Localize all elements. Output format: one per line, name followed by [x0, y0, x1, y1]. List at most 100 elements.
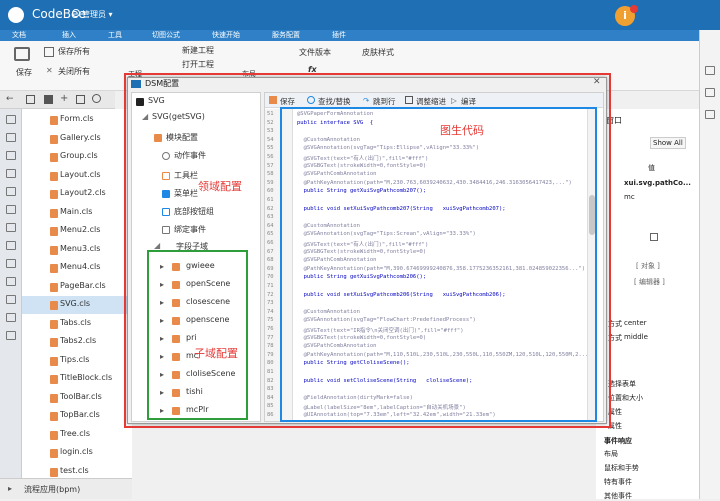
subdomain-config-label: 子域配置 — [194, 347, 238, 360]
side-icon-10[interactable] — [6, 277, 16, 286]
side-icon-3[interactable] — [6, 151, 16, 160]
prop-group-layout[interactable]: 布局 — [604, 449, 618, 459]
file-list-item[interactable]: Main.cls — [22, 204, 132, 222]
properties-panel: 窗口 Show All 值 xui.svg.pathCo... mc [ 对象 … — [596, 109, 699, 501]
show-all-button[interactable]: Show All — [650, 137, 686, 149]
folder-icon[interactable] — [44, 95, 53, 104]
file-list-item[interactable]: Tabs.cls — [22, 315, 132, 333]
menu-item[interactable]: 工具 — [108, 30, 122, 41]
file-name: Menu3.cls — [60, 243, 101, 253]
new-project-button[interactable]: 新建工程 — [182, 45, 214, 56]
menu-item[interactable]: 服务配置 — [272, 30, 300, 41]
cls-file-icon — [50, 245, 58, 255]
right-icon-2[interactable] — [705, 88, 715, 97]
cls-file-icon — [50, 227, 58, 236]
cls-file-icon — [50, 412, 58, 421]
value-1: xui.svg.pathCo... — [624, 179, 691, 187]
prop-group-other[interactable]: 其他事件 — [604, 491, 632, 501]
file-list-item[interactable]: PageBar.cls — [22, 278, 132, 296]
file-list-item[interactable]: Menu2.cls — [22, 222, 132, 240]
side-icon-12[interactable] — [6, 313, 16, 322]
file-list: Form.cls Gallery.cls Group.cls Layout.cls La… — [22, 109, 132, 489]
file-name: login.cls — [60, 447, 93, 456]
bottom-tab[interactable]: 流程应用(bpm) ▸ — [0, 478, 132, 499]
notification-badge — [630, 5, 638, 13]
file-list-item[interactable]: SVG.cls — [22, 296, 132, 314]
side-icon-9[interactable] — [6, 259, 16, 268]
prop-row-val-2: middle — [624, 333, 648, 341]
cls-file-icon — [50, 319, 58, 329]
side-icon-5[interactable] — [6, 187, 16, 196]
file-list-item[interactable]: Tabs2.cls — [22, 333, 132, 351]
menu-item[interactable]: 快速开始 — [212, 30, 240, 41]
skin-style-button[interactable]: 皮肤样式 — [362, 47, 394, 58]
cls-file-icon — [50, 134, 58, 144]
file-list-item[interactable]: login.cls — [22, 444, 132, 462]
user-icon — [72, 9, 80, 17]
prop-group-special[interactable]: 特有事件 — [604, 477, 632, 487]
cls-file-icon — [50, 356, 58, 366]
file-list-item[interactable]: ToolBar.cls — [22, 389, 132, 407]
save-all-icon[interactable] — [44, 47, 54, 57]
save-all-button[interactable]: 保存所有 — [58, 46, 90, 57]
file-name: Tabs2.cls — [60, 336, 97, 345]
doc-version-button[interactable]: 文件版本 — [299, 47, 331, 58]
file-list-item[interactable]: Tips.cls — [22, 352, 132, 370]
file-name: Menu4.cls — [60, 262, 101, 271]
side-icon-1[interactable] — [6, 115, 16, 124]
save-button[interactable]: 保存 — [16, 67, 32, 78]
cls-file-icon — [50, 430, 58, 440]
add-icon[interactable]: + — [60, 93, 68, 104]
user-menu[interactable]: 管理员 ▾ — [82, 9, 113, 20]
file-list-item[interactable]: Form.cls — [22, 111, 132, 129]
side-icon-11[interactable] — [6, 295, 16, 304]
prop-group-mouse[interactable]: 鼠标和手势 — [604, 463, 639, 473]
side-icon-6[interactable] — [6, 205, 16, 214]
file-list-item[interactable]: Menu3.cls — [22, 241, 132, 259]
menu-item[interactable]: 插件 — [332, 30, 346, 41]
close-all-button[interactable]: 关闭所有 — [58, 66, 90, 77]
side-icon-13[interactable] — [6, 331, 16, 340]
file-list-item[interactable]: Group.cls — [22, 148, 132, 166]
new-file-icon[interactable] — [26, 95, 35, 104]
file-list-item[interactable]: TitleBlock.cls — [22, 370, 132, 388]
close-icon[interactable]: ✕ — [46, 66, 53, 75]
menu-item[interactable]: 切图公式 — [152, 30, 180, 41]
open-project-button[interactable]: 打开工程 — [182, 59, 214, 70]
side-icon-4[interactable] — [6, 169, 16, 178]
menu-item[interactable]: 文档 — [12, 30, 26, 41]
object-button[interactable]: [ 对象 ] — [636, 261, 660, 271]
file-list-item[interactable]: Layout2.cls — [22, 185, 132, 203]
right-icon-strip — [699, 30, 720, 499]
expand-icon[interactable]: ▸ — [8, 484, 12, 493]
file-list-item[interactable]: Menu4.cls — [22, 259, 132, 277]
menu-item[interactable]: 插入 — [62, 30, 76, 41]
file-name: PageBar.cls — [60, 280, 106, 290]
file-name: Tabs.cls — [60, 317, 92, 327]
side-icon-8[interactable] — [6, 241, 16, 250]
file-list-item[interactable]: Layout.cls — [22, 167, 132, 185]
cls-file-icon — [50, 116, 58, 125]
file-list-item[interactable]: Tree.cls — [22, 426, 132, 444]
code-highlight-box — [280, 107, 597, 422]
cls-file-icon — [50, 171, 58, 181]
save-icon[interactable] — [14, 47, 30, 61]
side-icon-7[interactable] — [6, 223, 16, 232]
right-icon-3[interactable] — [705, 110, 715, 119]
file-name: TopBar.cls — [60, 410, 100, 419]
back-arrow-icon[interactable]: ← — [6, 94, 14, 104]
cls-file-icon — [50, 153, 58, 162]
image-icon[interactable] — [92, 94, 101, 103]
side-icon-2[interactable] — [6, 133, 16, 142]
cls-file-icon — [50, 393, 58, 403]
editor-button[interactable]: [ 编辑器 ] — [634, 277, 665, 287]
checkbox[interactable] — [650, 233, 658, 241]
cls-file-icon — [50, 208, 58, 218]
file-list-item[interactable]: TopBar.cls — [22, 407, 132, 425]
right-icon-1[interactable] — [705, 66, 715, 75]
events-header: 事件响应 — [604, 437, 632, 445]
cls-file-icon — [50, 467, 58, 477]
add-folder-icon[interactable] — [76, 95, 85, 104]
file-list-item[interactable]: Gallery.cls — [22, 130, 132, 148]
cls-file-icon — [50, 264, 58, 273]
